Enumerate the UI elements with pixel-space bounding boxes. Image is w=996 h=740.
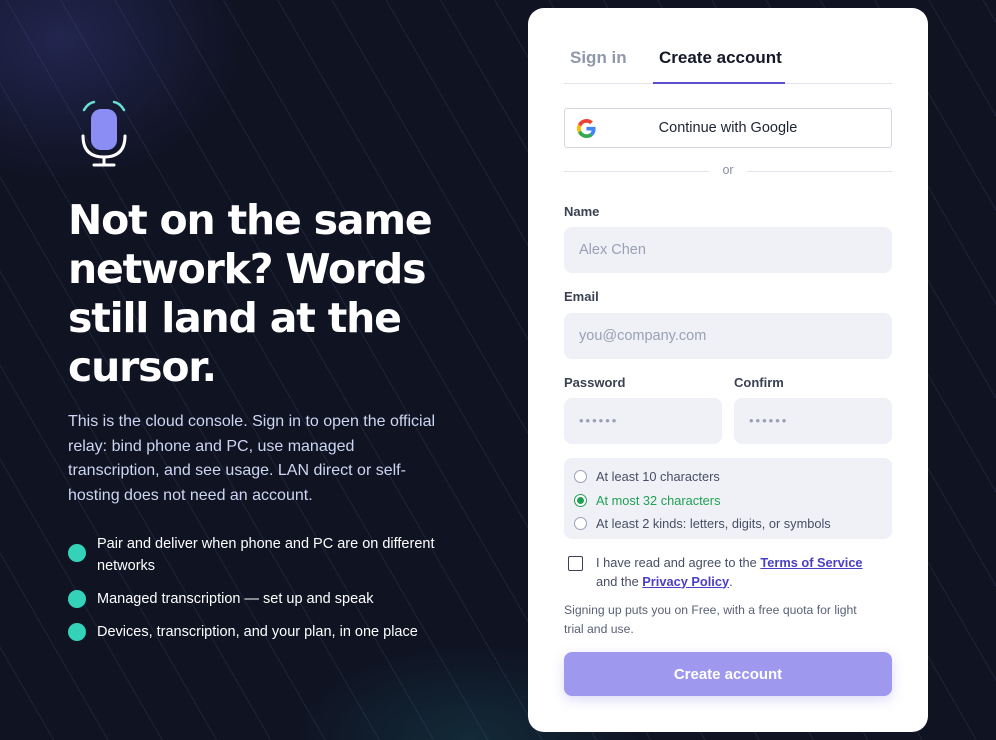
tab-sign-in[interactable]: Sign in	[570, 48, 627, 68]
rule-text: At most 32 characters	[596, 492, 721, 508]
microphone-icon	[81, 100, 127, 167]
tab-create-account[interactable]: Create account	[659, 48, 782, 68]
confirm-label: Confirm	[734, 375, 784, 390]
confirm-password-input[interactable]	[734, 398, 892, 444]
bullet-dot-icon	[68, 590, 86, 608]
name-label: Name	[564, 204, 600, 219]
feature-item: Devices, transcription, and your plan, i…	[68, 621, 468, 643]
create-account-button[interactable]: Create account	[564, 652, 892, 696]
agreement-text: I have read and agree to the Terms of Se…	[596, 555, 863, 589]
agree-checkbox[interactable]	[568, 556, 583, 571]
rule-text: At least 10 characters	[596, 469, 720, 485]
active-tab-indicator	[653, 82, 785, 84]
hero-subtext: This is the cloud console. Sign in to op…	[68, 413, 436, 504]
name-input[interactable]	[564, 227, 892, 273]
password-rules: At least 10 characters At most 32 charac…	[564, 458, 892, 539]
feature-text: Pair and deliver when phone and PC are o…	[97, 536, 435, 574]
auth-card: Sign in Create account Continue with Goo…	[528, 8, 928, 732]
password-rule: At most 32 characters	[564, 489, 892, 513]
password-input[interactable]	[564, 398, 722, 444]
divider-label: or	[722, 163, 734, 177]
rule-status-icon	[574, 517, 587, 531]
bullet-dot-icon	[68, 623, 86, 641]
feature-item: Pair and deliver when phone and PC are o…	[68, 533, 468, 577]
google-icon	[577, 119, 596, 138]
rule-status-icon	[574, 470, 587, 484]
plan-note: Signing up puts you on Free, with a free…	[564, 603, 857, 636]
feature-list: Pair and deliver when phone and PC are o…	[68, 533, 468, 654]
feature-text: Managed transcription — set up and speak	[97, 591, 374, 607]
rule-met-icon	[574, 493, 587, 507]
hero-headline: Not on the same network? Words still lan…	[68, 196, 433, 391]
google-button-label: Continue with Google	[658, 120, 798, 136]
password-rule: At least 2 kinds: letters, digits, or sy…	[564, 512, 892, 536]
continue-with-google-button[interactable]: Continue with Google	[564, 108, 892, 148]
email-input[interactable]	[564, 313, 892, 359]
or-divider: or	[564, 163, 892, 179]
password-label: Password	[564, 375, 626, 390]
password-rule: At least 10 characters	[564, 465, 892, 489]
feature-text: Devices, transcription, and your plan, i…	[97, 624, 418, 640]
terms-of-service-link[interactable]: Terms of Service	[760, 555, 862, 570]
email-label: Email	[564, 289, 599, 304]
privacy-policy-link[interactable]: Privacy Policy	[642, 574, 729, 589]
feature-item: Managed transcription — set up and speak	[68, 588, 468, 610]
bullet-dot-icon	[68, 544, 86, 562]
auth-tabs: Sign in Create account	[564, 38, 892, 84]
rule-text: At least 2 kinds: letters, digits, or sy…	[596, 516, 831, 532]
